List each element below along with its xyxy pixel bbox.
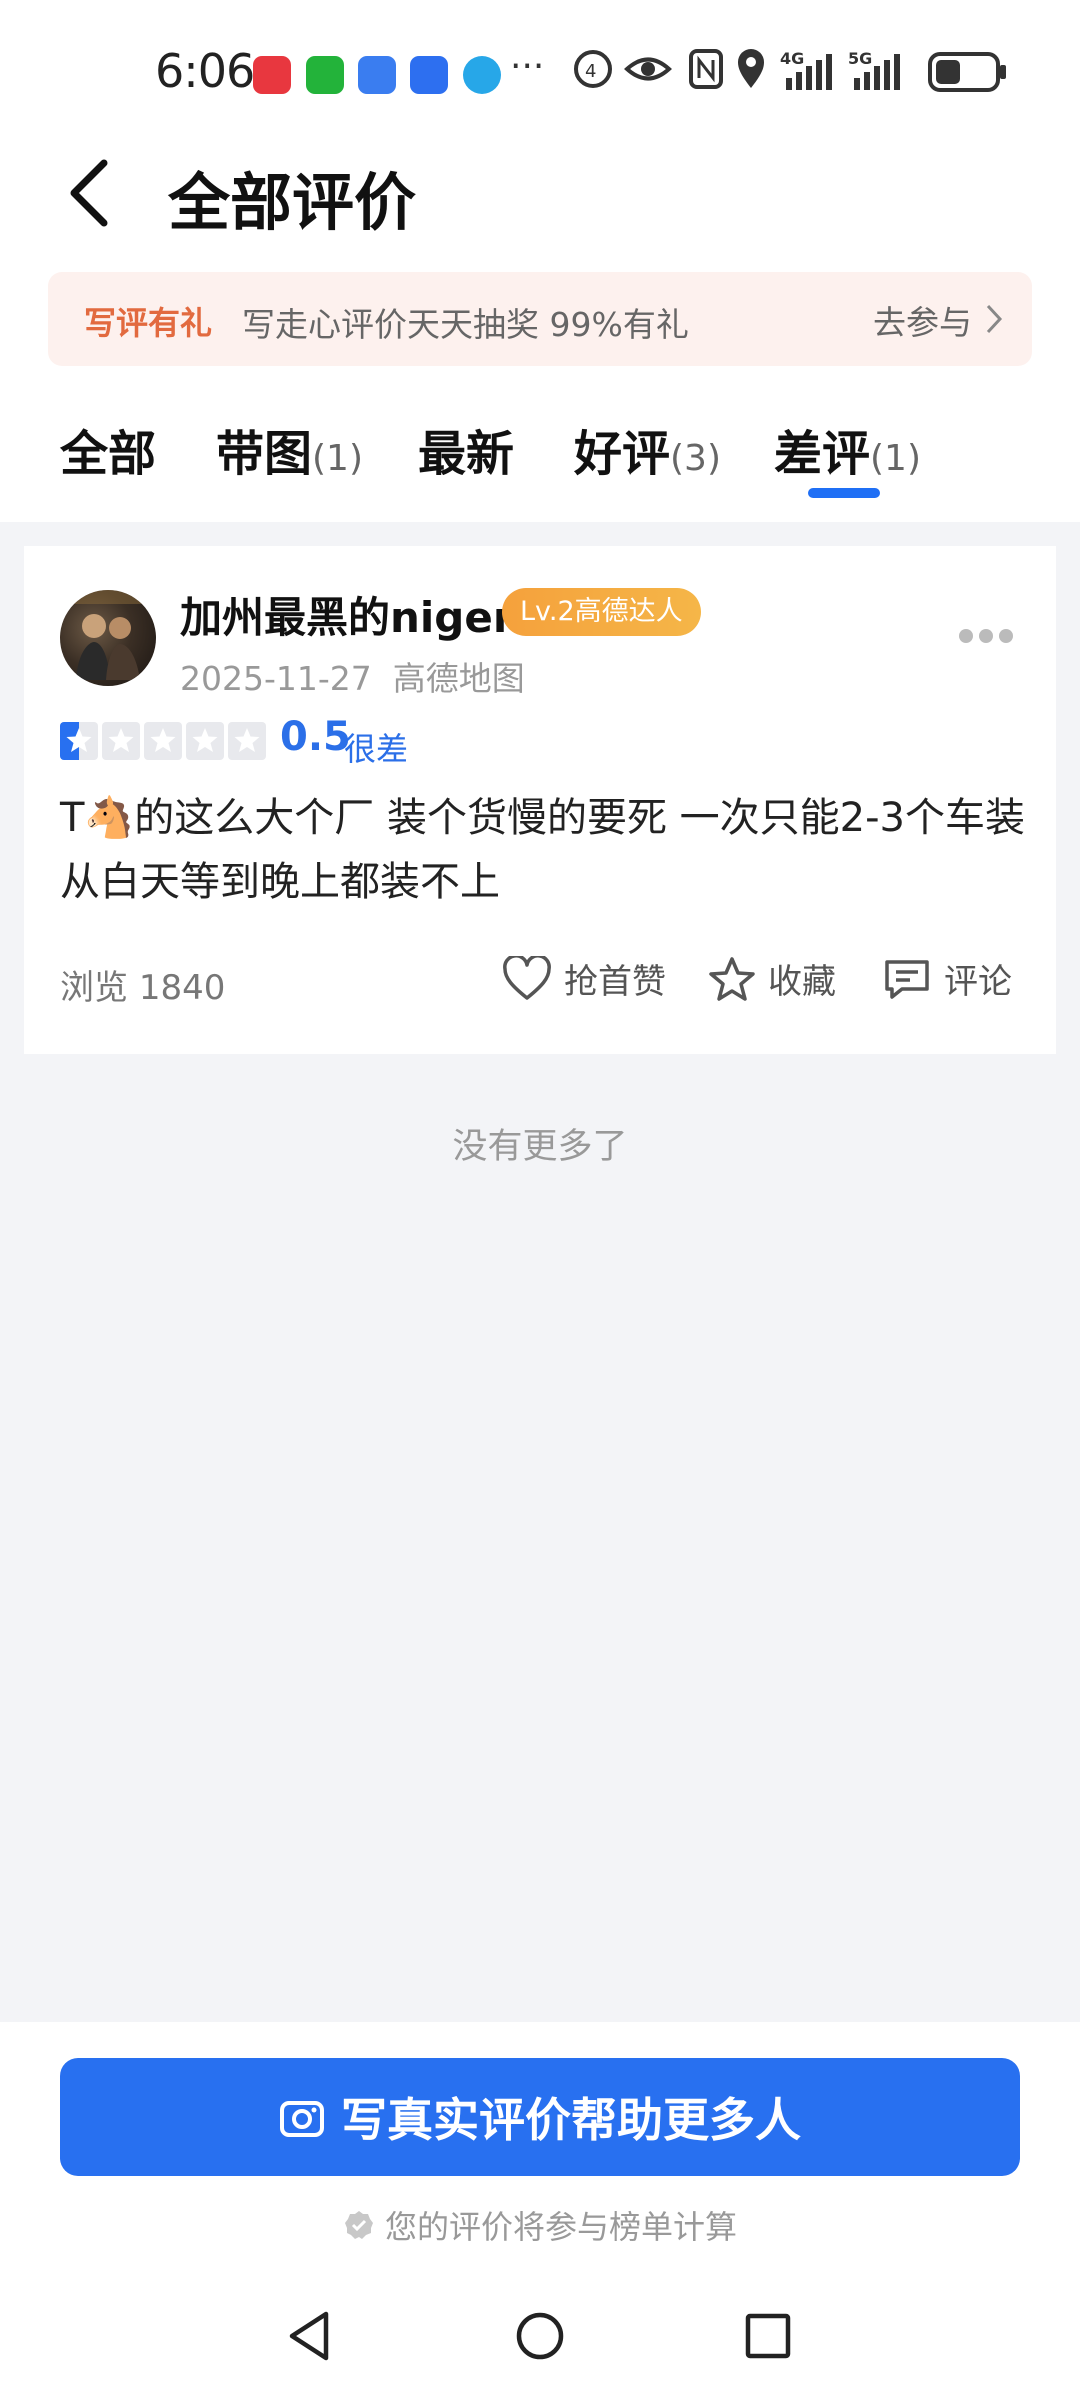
svg-text:4: 4 bbox=[585, 61, 596, 82]
transfer-app-icon bbox=[358, 56, 396, 94]
rating-text: 很差 bbox=[344, 730, 409, 768]
write-review-button[interactable]: 写真实评价帮助更多人 bbox=[60, 2058, 1020, 2176]
review-card: 加州最黑的niger Lv.2高德达人 2025-11-27 高德地图 0.5 … bbox=[24, 546, 1056, 1054]
system-navigation-bar bbox=[0, 2280, 1080, 2400]
nav-recents-icon[interactable] bbox=[744, 2310, 792, 2362]
like-label: 抢首赞 bbox=[564, 962, 666, 1002]
tab-label: 全部 bbox=[60, 426, 157, 482]
tab-negative[interactable]: 差评(1) bbox=[774, 414, 921, 484]
banner-text: 写走心评价天天抽奖 99%有礼 bbox=[242, 305, 689, 344]
svg-text:5G: 5G bbox=[848, 49, 872, 68]
star-icon bbox=[192, 728, 218, 752]
user-avatar[interactable] bbox=[60, 590, 156, 686]
rating-star bbox=[60, 722, 98, 760]
nav-home-icon[interactable] bbox=[514, 2310, 566, 2362]
rating-star bbox=[228, 722, 266, 760]
signal-4g-icon: 4G bbox=[780, 49, 832, 90]
notification-overflow: ··· bbox=[510, 46, 545, 87]
wechat-icon bbox=[306, 56, 344, 94]
svg-text:4G: 4G bbox=[780, 49, 804, 68]
star-icon bbox=[150, 728, 176, 752]
level-badge: Lv.2高德达人 bbox=[502, 588, 701, 636]
chevron-left-icon bbox=[70, 159, 108, 227]
tab-label: 带图 bbox=[216, 426, 313, 482]
tab-with-photos[interactable]: 带图(1) bbox=[216, 414, 363, 484]
star-icon bbox=[234, 728, 260, 752]
rating-star bbox=[186, 722, 224, 760]
heart-icon bbox=[503, 955, 551, 1000]
status-time: 6:06 bbox=[155, 44, 255, 98]
rating-star bbox=[102, 722, 140, 760]
active-tab-indicator bbox=[808, 488, 880, 498]
tab-count: (1) bbox=[312, 438, 364, 479]
status-bar: 6:06 ··· 4 4G 5G bbox=[0, 0, 1080, 140]
nfc-icon bbox=[689, 49, 723, 89]
bottom-bar: 写真实评价帮助更多人 您的评价将参与榜单计算 bbox=[0, 2022, 1080, 2400]
review-content: T🐴的这么大个厂 装个货慢的要死 一次只能2-3个车装 从白天等到晚上都装不上 bbox=[60, 795, 1025, 905]
comment-label: 评论 bbox=[944, 962, 1012, 1002]
star-outline-icon bbox=[709, 956, 755, 1001]
comment-button[interactable]: 评论 bbox=[882, 954, 1012, 1003]
check-badge-icon bbox=[344, 2211, 373, 2239]
views-label: 浏览 bbox=[60, 968, 128, 1008]
rating-star bbox=[144, 722, 182, 760]
tab-label: 好评 bbox=[574, 426, 671, 482]
hd-call-icon: 4 bbox=[574, 50, 612, 88]
voice-app-icon bbox=[410, 56, 448, 94]
rank-note: 您的评价将参与榜单计算 bbox=[0, 2202, 1080, 2248]
favorite-label: 收藏 bbox=[768, 962, 836, 1002]
tab-count: (3) bbox=[670, 438, 722, 479]
favorite-button[interactable]: 收藏 bbox=[708, 954, 836, 1003]
review-date: 2025-11-27 bbox=[180, 659, 372, 698]
tab-positive[interactable]: 好评(3) bbox=[574, 414, 721, 484]
views-value: 1840 bbox=[138, 968, 226, 1008]
star-rating bbox=[60, 722, 266, 762]
page-title: 全部评价 bbox=[168, 166, 417, 239]
review-meta: 2025-11-27 高德地图 bbox=[180, 652, 525, 700]
tab-count: (1) bbox=[870, 438, 922, 479]
battery-icon bbox=[928, 52, 1006, 92]
banner-join-link[interactable]: 去参与 bbox=[873, 296, 972, 344]
comment-icon bbox=[885, 959, 929, 999]
eye-comfort-icon bbox=[624, 57, 672, 81]
tab-all[interactable]: 全部 bbox=[60, 414, 156, 484]
camera-icon bbox=[280, 2101, 324, 2137]
view-count: 浏览 1840 bbox=[60, 960, 225, 1009]
chevron-right-icon bbox=[986, 304, 1003, 334]
location-icon bbox=[738, 49, 764, 88]
star-icon bbox=[108, 728, 134, 752]
like-button[interactable]: 抢首赞 bbox=[502, 954, 666, 1003]
banner-tag: 写评有礼 bbox=[84, 304, 213, 342]
rank-note-text: 您的评价将参与榜单计算 bbox=[384, 2208, 737, 2246]
review-source: 高德地图 bbox=[392, 659, 525, 698]
tab-label: 最新 bbox=[418, 426, 515, 482]
avatar-image bbox=[60, 590, 156, 680]
browser-app-icon bbox=[463, 56, 501, 94]
nav-back-icon[interactable] bbox=[286, 2310, 334, 2362]
more-options-icon[interactable] bbox=[958, 626, 1014, 646]
promo-banner[interactable]: 写评有礼 写走心评价天天抽奖 99%有礼 去参与 bbox=[48, 272, 1032, 366]
write-review-label: 写真实评价帮助更多人 bbox=[341, 2093, 801, 2147]
appgallery-icon bbox=[253, 56, 291, 94]
tab-label: 差评 bbox=[774, 426, 871, 482]
end-of-list-text: 没有更多了 bbox=[452, 1127, 628, 1167]
back-button[interactable] bbox=[60, 155, 124, 231]
star-icon bbox=[66, 728, 92, 752]
rating-score: 0.5 bbox=[280, 714, 351, 760]
review-user-name[interactable]: 加州最黑的niger bbox=[180, 584, 514, 645]
signal-5g-icon: 5G bbox=[848, 49, 900, 90]
tab-latest[interactable]: 最新 bbox=[418, 414, 514, 484]
